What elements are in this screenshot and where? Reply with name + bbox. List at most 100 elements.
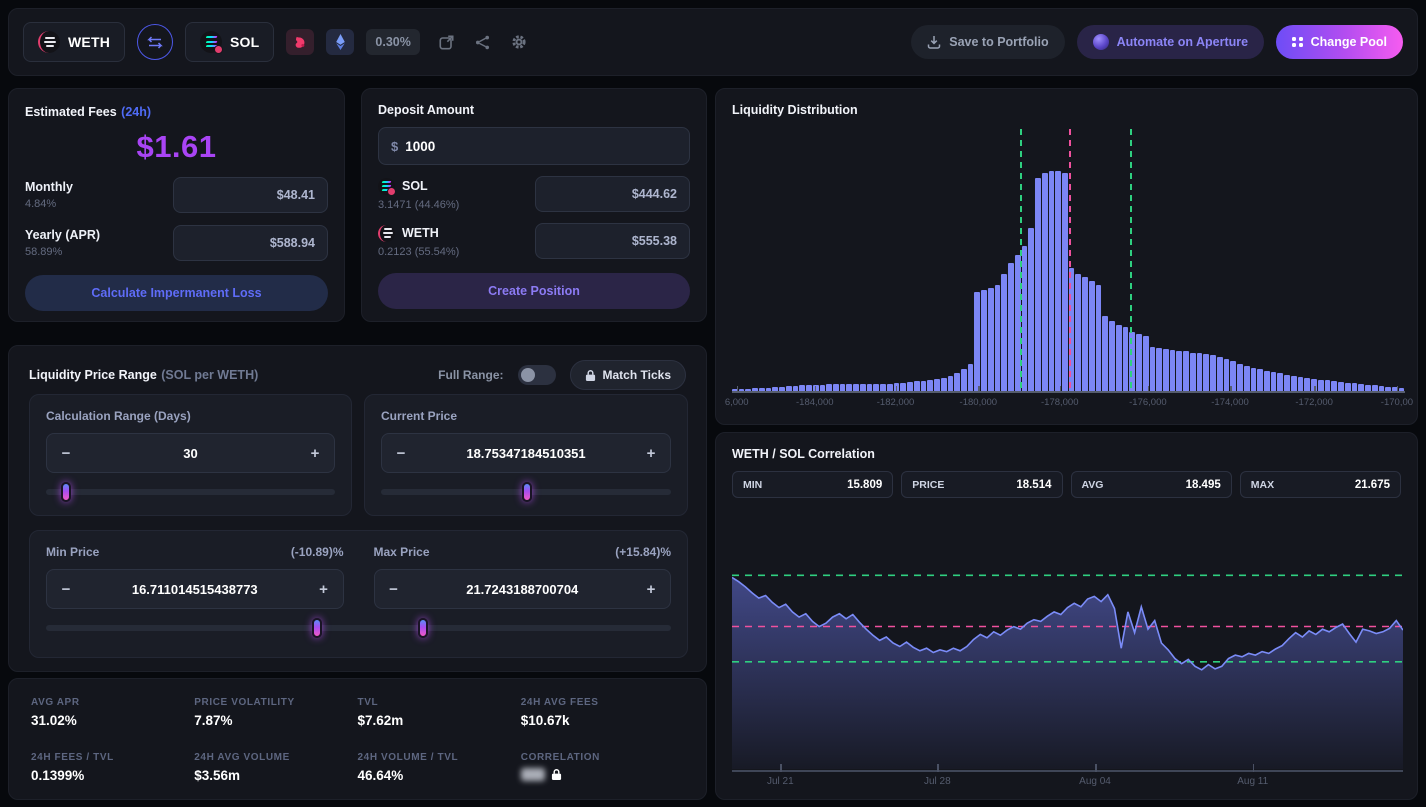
min-price-stepper: − 16.711014515438773 + [46, 569, 344, 609]
sol-row-symbol: SOL [402, 179, 428, 193]
dist-bar [887, 384, 893, 391]
dist-bar [1345, 383, 1351, 391]
weth-row-value[interactable]: $555.38 [535, 223, 690, 259]
full-range-label: Full Range: [438, 368, 503, 382]
change-pool-button[interactable]: Change Pool [1276, 25, 1403, 59]
x-axis-tick [978, 386, 980, 393]
share-icon[interactable] [474, 33, 492, 51]
current-price-stepper: − 18.75347184510351 + [381, 433, 671, 473]
calc-range-slider[interactable] [46, 489, 335, 495]
calc-range-decrement-button[interactable]: − [47, 445, 85, 462]
dist-bar [907, 382, 913, 391]
max-price-pct: (+15.84)% [615, 545, 671, 559]
ethereum-network-badge[interactable] [326, 29, 354, 55]
min-price-decrement-button[interactable]: − [47, 581, 85, 598]
dist-bar [961, 369, 967, 391]
dist-bar [867, 384, 873, 391]
dist-bar [846, 384, 852, 391]
stat-24h-fees-tvl: 24H FEES / TVL 0.1399% [31, 752, 194, 783]
dist-bar [974, 292, 980, 391]
stat-correlation: CORRELATION [521, 752, 684, 783]
dist-bar [1318, 380, 1324, 391]
max-price-value[interactable]: 21.7243188700704 [413, 582, 633, 597]
dist-bar [954, 373, 960, 391]
current-price-value[interactable]: 18.75347184510351 [420, 446, 632, 461]
token-weth-chip[interactable]: WETH [23, 22, 125, 62]
token-sol-chip[interactable]: SOL [185, 22, 274, 62]
full-range-toggle[interactable] [518, 365, 556, 385]
sol-row-value[interactable]: $444.62 [535, 176, 690, 212]
current-price-decrement-button[interactable]: − [382, 445, 420, 462]
stat-tvl: TVL $7.62m [358, 697, 521, 728]
calc-range-increment-button[interactable]: + [296, 445, 334, 462]
dist-bar [1197, 353, 1203, 391]
estimated-fees-title: Estimated Fees [25, 105, 117, 119]
create-position-button[interactable]: Create Position [378, 273, 690, 309]
dist-bar [853, 384, 859, 391]
dist-bar [981, 290, 987, 391]
dist-bar [934, 379, 940, 391]
stat-24h-avg-volume: 24H AVG VOLUME $3.56m [194, 752, 357, 783]
liquidity-distribution-title: Liquidity Distribution [732, 103, 1401, 117]
current-price-card: Current Price − 18.75347184510351 + [364, 394, 688, 516]
stat-24h-avg-fees: 24H AVG FEES $10.67k [521, 697, 684, 728]
deposit-row-sol: SOL 3.1471 (44.46%) $444.62 [378, 176, 690, 212]
stat-price-volatility: PRICE VOLATILITY 7.87% [194, 697, 357, 728]
current-price-increment-button[interactable]: + [632, 445, 670, 462]
yearly-pct: 58.89% [25, 246, 100, 258]
calculate-impermanent-loss-button[interactable]: Calculate Impermanent Loss [25, 275, 328, 311]
price-area-fill [732, 577, 1403, 769]
x-axis-tick [737, 386, 739, 393]
dist-bar [1102, 316, 1108, 391]
price-range-title: Liquidity Price Range [29, 368, 157, 382]
download-icon [927, 35, 941, 49]
fee-tier-badge: 0.30% [366, 29, 419, 55]
toggle-knob [521, 368, 535, 382]
price-range-slider[interactable] [46, 625, 671, 631]
x-axis-label: -176,000 [1129, 397, 1167, 408]
dist-bar [948, 376, 954, 391]
weth-token-icon [38, 31, 60, 53]
dist-bar [880, 384, 886, 391]
calc-range-slider-thumb[interactable] [61, 482, 71, 502]
deposit-amount-input[interactable] [405, 139, 677, 154]
min-price-slider-thumb[interactable] [312, 618, 322, 638]
min-max-price-card: Min Price (-10.89)% − 16.711014515438773… [29, 530, 688, 658]
min-price-increment-button[interactable]: + [305, 581, 343, 598]
calculation-range-label: Calculation Range (Days) [46, 409, 335, 423]
external-link-icon[interactable] [438, 33, 456, 51]
dist-bar [1183, 351, 1189, 391]
deposit-amount-field[interactable]: $ [378, 127, 690, 165]
max-price-slider-thumb[interactable] [418, 618, 428, 638]
save-to-portfolio-button[interactable]: Save to Portfolio [911, 25, 1064, 59]
match-ticks-button[interactable]: Match Ticks [570, 360, 686, 390]
dist-bar [1237, 364, 1243, 392]
dist-bar [1143, 336, 1149, 391]
dist-bar [1150, 347, 1156, 391]
estimated-fees-panel: Estimated Fees (24h) $1.61 Monthly 4.84%… [8, 88, 345, 322]
dist-bar [1163, 349, 1169, 391]
current-price-slider-thumb[interactable] [522, 482, 532, 502]
dist-bar [1277, 373, 1283, 391]
current-price-slider[interactable] [381, 489, 671, 495]
calc-range-value[interactable]: 30 [85, 446, 296, 461]
dist-bar [873, 384, 879, 391]
dist-bar [1176, 351, 1182, 391]
stat-avg-apr: AVG APR 31.02% [31, 697, 194, 728]
max-price-increment-button[interactable]: + [632, 581, 670, 598]
min-price-pct: (-10.89)% [291, 545, 344, 559]
swap-arrows-icon [147, 36, 163, 49]
dist-bar [1008, 263, 1014, 391]
min-price-value[interactable]: 16.711014515438773 [85, 582, 305, 597]
settings-gear-icon[interactable] [510, 33, 528, 51]
x-axis-tick [1095, 764, 1097, 772]
swap-tokens-button[interactable] [137, 24, 173, 60]
x-axis-label: -180,000 [960, 397, 998, 408]
calculation-range-stepper: − 30 + [46, 433, 335, 473]
uniswap-protocol-badge[interactable] [286, 29, 314, 55]
x-axis-tick [1253, 764, 1255, 772]
dist-bar [1304, 378, 1310, 391]
automate-on-aperture-button[interactable]: Automate on Aperture [1077, 25, 1265, 59]
weth-row-symbol: WETH [402, 226, 439, 240]
max-price-decrement-button[interactable]: − [375, 581, 413, 598]
